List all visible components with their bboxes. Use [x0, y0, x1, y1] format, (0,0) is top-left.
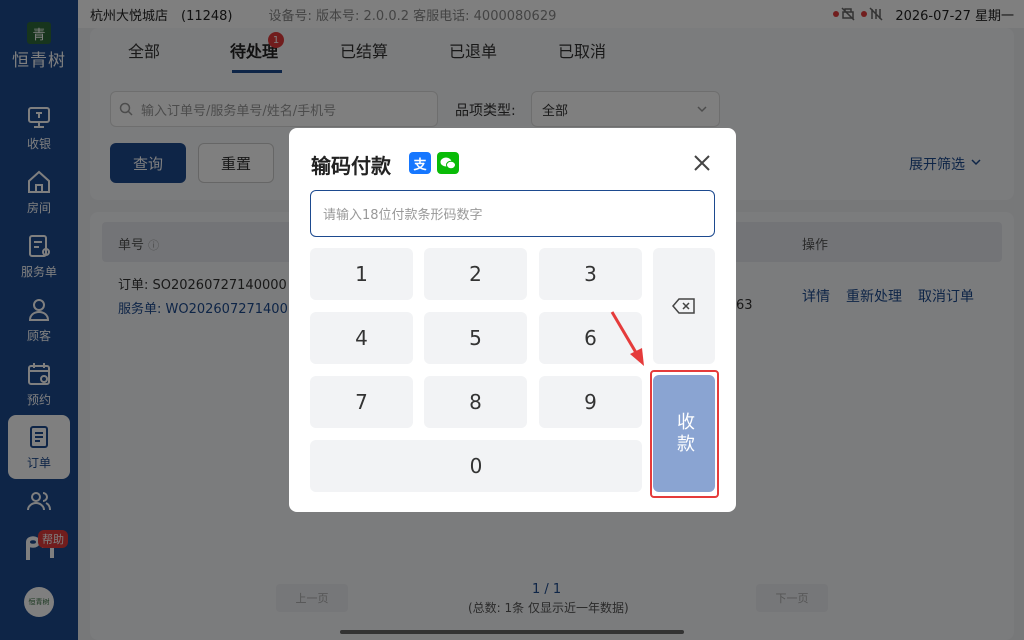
barcode-input-placeholder: 请输入18位付款条形码数字 [323, 208, 483, 223]
alipay-icon: 支 [409, 152, 431, 174]
annotation-arrow [610, 311, 644, 366]
key-5[interactable]: 5 [424, 312, 527, 364]
key-7[interactable]: 7 [310, 376, 413, 428]
key-8[interactable]: 8 [424, 376, 527, 428]
key-3[interactable]: 3 [539, 248, 642, 300]
home-indicator [340, 630, 684, 634]
dialog-title: 输码付款 [311, 154, 391, 178]
annotation-highlight-box [650, 370, 719, 498]
backspace-icon [672, 298, 695, 314]
backspace-button[interactable] [653, 248, 715, 364]
key-2[interactable]: 2 [424, 248, 527, 300]
key-1[interactable]: 1 [310, 248, 413, 300]
key-4[interactable]: 4 [310, 312, 413, 364]
wechat-pay-icon [437, 152, 459, 174]
key-9[interactable]: 9 [539, 376, 642, 428]
barcode-input[interactable]: 请输入18位付款条形码数字 [310, 190, 715, 237]
key-0[interactable]: 0 [310, 440, 642, 492]
close-icon[interactable] [692, 153, 712, 173]
